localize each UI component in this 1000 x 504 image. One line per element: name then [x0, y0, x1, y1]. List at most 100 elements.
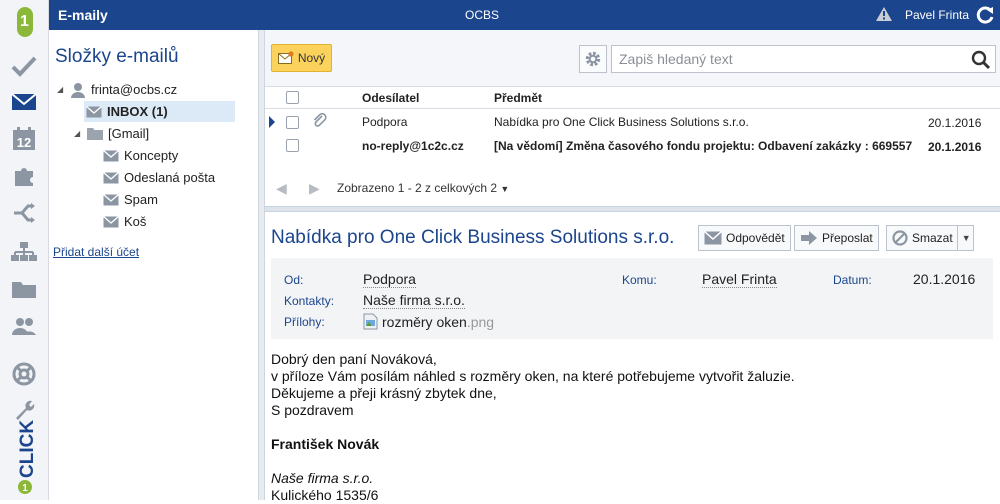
folder-label: Koncepty [124, 148, 179, 163]
user-name[interactable]: Pavel Frinta [905, 8, 969, 22]
new-email-button[interactable]: Nový [271, 44, 332, 72]
from-label: Od: [284, 273, 304, 287]
folders-title: Složky e-mailů [55, 46, 179, 67]
svg-text:1: 1 [22, 483, 28, 494]
signature-company: Naše firma s.r.o. [271, 470, 374, 486]
mail-icon [103, 149, 119, 161]
search-icon[interactable] [971, 50, 991, 73]
body-line: v příloze Vám posílám náhled s rozměry o… [271, 368, 795, 384]
folder-label: Koš [124, 214, 147, 229]
to-label: Komu: [622, 273, 657, 287]
checkmark-icon[interactable] [9, 53, 39, 79]
organization-name: OCBS [465, 8, 500, 22]
envelope-icon [704, 231, 722, 245]
contacts-value[interactable]: Naše firma s.r.o. [363, 292, 465, 309]
list-preview-splitter[interactable] [265, 206, 1000, 212]
tree-inbox[interactable]: INBOX (1) [84, 101, 235, 122]
toolbar: Nový [265, 30, 1000, 87]
list-header: Odesílatel Předmět [265, 87, 1000, 109]
pager-info[interactable]: Zobrazeno 1 - 2 z celkových 2 ▼ [337, 181, 509, 195]
table-row[interactable]: Podpora Nabídka pro One Click Business S… [265, 110, 1000, 134]
body-line: Dobrý den paní Nováková, [271, 351, 437, 367]
delete-button[interactable]: Smazat ▼ [886, 225, 974, 251]
next-page-icon[interactable]: ▶ [309, 180, 320, 197]
gear-icon [585, 51, 601, 67]
column-sender[interactable]: Odesílatel [362, 91, 419, 105]
row-checkbox[interactable] [286, 139, 299, 152]
gmail-label: [Gmail] [108, 126, 150, 141]
row-subject: Nabídka pro One Click Business Solutions… [494, 115, 749, 129]
search-input[interactable] [612, 46, 962, 72]
folder-label: Spam [124, 192, 158, 207]
folder-icon [87, 128, 103, 140]
mail-icon [86, 105, 102, 117]
table-row[interactable]: no-reply@1c2c.cz [Na vědomí] Změna časov… [265, 134, 1000, 158]
split-arrows-icon[interactable] [9, 200, 39, 226]
body-line: S pozdravem [271, 402, 354, 418]
attachment-name: rozměry oken [382, 313, 467, 330]
mail-icon [103, 193, 119, 205]
settings-button[interactable] [579, 45, 607, 73]
mail-icon [103, 171, 119, 183]
tree-folder-drafts[interactable]: Koncepty [103, 145, 253, 166]
chevron-down-icon[interactable]: ▼ [956, 226, 971, 250]
warning-icon[interactable] [875, 6, 893, 25]
main-panel: Nový Odesílatel Předmět Podpora Nabídka … [265, 30, 1000, 503]
tree-folder-trash[interactable]: Koš [103, 211, 253, 232]
row-sender: Podpora [362, 115, 408, 129]
attachments-label: Přílohy: [284, 315, 325, 329]
column-subject[interactable]: Předmět [494, 91, 542, 105]
folder-icon[interactable] [9, 276, 39, 302]
tree-account[interactable]: ◢ frinta@ocbs.cz [57, 79, 257, 100]
expand-icon[interactable]: ◢ [57, 85, 67, 94]
date-value: 20.1.2016 [913, 271, 976, 287]
image-file-icon [363, 313, 378, 330]
date-label: Datum: [833, 273, 872, 287]
delete-label: Smazat [912, 231, 953, 245]
people-icon[interactable] [9, 313, 39, 339]
block-icon [892, 230, 908, 246]
puzzle-icon[interactable] [9, 163, 39, 189]
folder-panel: Složky e-mailů ◢ frinta@ocbs.cz INBOX (1… [49, 30, 259, 500]
search-box [611, 45, 996, 73]
pager: ◀ ▶ Zobrazeno 1 - 2 z celkových 2 ▼ [265, 178, 1000, 200]
attachment-link[interactable]: rozměry oken .png [363, 313, 494, 330]
select-all-checkbox[interactable] [286, 91, 299, 104]
attachment-extension: .png [466, 313, 495, 330]
chevron-down-icon: ▼ [500, 184, 510, 194]
expand-icon[interactable]: ◢ [74, 129, 84, 138]
refresh-icon[interactable] [975, 5, 995, 28]
org-chart-icon[interactable] [9, 239, 39, 265]
pager-info-text: Zobrazeno 1 - 2 z celkových 2 [337, 181, 498, 195]
message-body: Dobrý den paní Nováková, v příloze Vám p… [271, 351, 795, 504]
top-bar: E-maily OCBS Pavel Frinta [49, 0, 1000, 30]
app-rail: 1 12 1 CLICK [0, 0, 49, 500]
forward-label: Přeposlat [822, 231, 873, 245]
row-checkbox[interactable] [286, 116, 299, 129]
add-account-link[interactable]: Přidat další účet [53, 245, 139, 259]
tree-gmail[interactable]: ◢ [Gmail] [74, 123, 254, 144]
message-meta: Od: Podpora Komu: Pavel Frinta Datum: 20… [271, 258, 993, 339]
signature-name: František Novák [271, 436, 380, 452]
envelope-icon[interactable] [9, 89, 39, 115]
lifebuoy-icon[interactable] [9, 361, 39, 387]
user-icon [71, 82, 85, 98]
to-value[interactable]: Pavel Frinta [702, 271, 777, 288]
paperclip-icon [313, 113, 327, 132]
row-date: 20.1.2016 [928, 116, 982, 130]
reply-button[interactable]: Odpovědět [698, 225, 791, 251]
tree-folder-spam[interactable]: Spam [103, 189, 253, 210]
inbox-label: INBOX (1) [107, 104, 168, 119]
app-title: E-maily [58, 7, 108, 23]
tree-folder-sent[interactable]: Odeslaná pošta [103, 167, 253, 188]
forward-button[interactable]: Přeposlat [794, 225, 879, 251]
from-value[interactable]: Podpora [363, 271, 416, 288]
svg-text:12: 12 [17, 135, 31, 150]
app-logo[interactable]: 1 [0, 0, 49, 44]
mail-icon [103, 215, 119, 227]
prev-page-icon[interactable]: ◀ [276, 180, 287, 197]
account-label: frinta@ocbs.cz [91, 82, 178, 97]
calendar-icon[interactable]: 12 [9, 126, 39, 152]
logo-digit: 1 [16, 7, 33, 37]
brand-logo: 1 CLICK [2, 416, 48, 496]
